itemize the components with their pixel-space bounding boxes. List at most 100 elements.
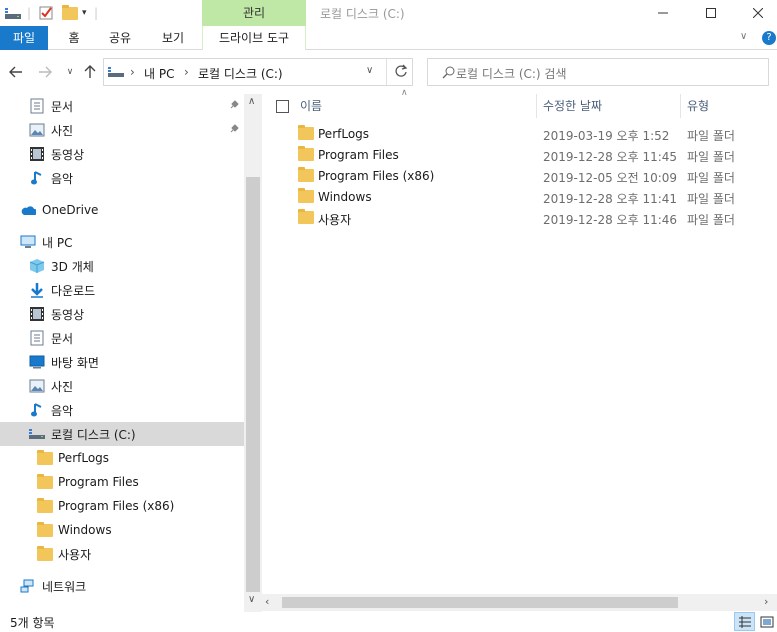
documents-icon [29, 330, 45, 346]
file-modified: 2019-12-28 오후 11:45 [543, 150, 678, 164]
breadcrumb-this-pc[interactable]: 내 PC [144, 65, 174, 82]
nav-quick-pictures[interactable]: 사진 [0, 118, 244, 142]
forward-arrow-icon [39, 66, 52, 78]
music-icon [29, 402, 45, 418]
scroll-down-icon[interactable]: ∨ [248, 594, 255, 605]
computer-icon [20, 234, 36, 250]
nav-documents[interactable]: 문서 [0, 326, 244, 350]
file-modified: 2019-12-28 오후 11:46 [543, 213, 678, 227]
search-placeholder: 로컬 디스크 (C:) 검색 [456, 67, 567, 81]
file-modified: 2019-03-19 오후 1:52 [543, 129, 670, 143]
nav-folder-program-files-x86[interactable]: Program Files (x86) [0, 494, 244, 518]
file-type: 파일 폴더 [687, 171, 735, 185]
tab-drive-tools[interactable]: 드라이브 도구 [202, 26, 306, 50]
nav-downloads[interactable]: 다운로드 [0, 278, 244, 302]
nav-this-pc[interactable]: 내 PC [0, 230, 244, 254]
pin-icon[interactable] [229, 123, 239, 137]
tab-share[interactable]: 공유 [102, 26, 138, 50]
folder-icon [298, 146, 314, 163]
help-icon[interactable]: ? [762, 31, 776, 45]
expand-ribbon-icon[interactable]: ∨ [740, 31, 747, 42]
file-row-users[interactable]: 사용자 2019-12-28 오후 11:46 파일 폴더 [290, 208, 770, 229]
network-icon [20, 578, 36, 594]
column-header-modified[interactable]: 수정한 날짜 [543, 94, 602, 118]
file-type: 파일 폴더 [687, 213, 735, 227]
breadcrumb-local-disk[interactable]: 로컬 디스크 (C:) [198, 65, 283, 82]
file-row-perflogs[interactable]: PerfLogs 2019-03-19 오후 1:52 파일 폴더 [290, 124, 770, 145]
maximize-button[interactable] [688, 0, 734, 26]
forward-button[interactable] [35, 63, 55, 81]
address-dropdown-icon[interactable]: ∨ [366, 65, 373, 76]
nav-label: 사진 [51, 123, 74, 138]
nav-pictures[interactable]: 사진 [0, 374, 244, 398]
recent-locations-button[interactable]: ∨ [60, 63, 80, 81]
maximize-icon [706, 8, 716, 18]
nav-label: 다운로드 [51, 283, 96, 298]
nav-folder-windows[interactable]: Windows [0, 518, 244, 542]
search-box[interactable]: 로컬 디스크 (C:) 검색 [427, 58, 769, 86]
column-header-type[interactable]: 유형 [687, 94, 709, 118]
nav-label: 문서 [51, 331, 74, 346]
nav-quick-music[interactable]: 음악 [0, 166, 244, 190]
new-folder-icon[interactable] [62, 4, 78, 22]
folder-icon [298, 125, 314, 142]
nav-folder-users[interactable]: 사용자 [0, 542, 244, 566]
up-arrow-icon [84, 65, 96, 78]
nav-3d-objects[interactable]: 3D 개체 [0, 254, 244, 278]
nav-label: 네트워크 [42, 579, 87, 594]
nav-desktop[interactable]: 바탕 화면 [0, 350, 244, 374]
nav-label: Program Files (x86) [58, 499, 175, 513]
file-name: 사용자 [318, 213, 352, 227]
tab-view[interactable]: 보기 [155, 26, 191, 50]
properties-icon[interactable] [38, 4, 54, 22]
nav-label: PerfLogs [58, 451, 110, 465]
status-bar: 5개 항목 [0, 612, 777, 632]
breadcrumb-separator-icon: › [130, 65, 135, 79]
nav-label: 3D 개체 [51, 259, 94, 274]
nav-network[interactable]: 네트워크 [0, 574, 244, 598]
scroll-up-icon[interactable]: ∧ [248, 96, 255, 107]
nav-label: OneDrive [42, 203, 99, 217]
file-row-program-files-x86[interactable]: Program Files (x86) 2019-12-05 오전 10:09 … [290, 166, 770, 187]
nav-quick-documents[interactable]: 문서 [0, 94, 244, 118]
up-button[interactable] [80, 63, 100, 81]
nav-local-disk[interactable]: 로컬 디스크 (C:) [0, 422, 244, 446]
address-bar[interactable]: › 내 PC › 로컬 디스크 (C:) ∨ [103, 58, 413, 86]
back-arrow-icon [9, 66, 22, 78]
close-button[interactable] [735, 0, 777, 26]
scroll-right-icon[interactable]: › [764, 595, 768, 608]
large-icons-view-button[interactable] [757, 612, 777, 631]
nav-label: 사진 [51, 379, 74, 394]
nav-music[interactable]: 음악 [0, 398, 244, 422]
nav-folder-program-files[interactable]: Program Files [0, 470, 244, 494]
nav-quick-videos[interactable]: 동영상 [0, 142, 244, 166]
item-count: 5개 항목 [10, 616, 55, 630]
nav-label: 문서 [51, 99, 74, 114]
refresh-icon[interactable] [394, 64, 408, 81]
minimize-button[interactable] [640, 0, 686, 26]
file-row-program-files[interactable]: Program Files 2019-12-28 오후 11:45 파일 폴더 [290, 145, 770, 166]
back-button[interactable] [6, 63, 26, 81]
nav-folder-perflogs[interactable]: PerfLogs [0, 446, 244, 470]
content-scroll-thumb[interactable] [282, 597, 678, 608]
tab-home[interactable]: 홈 [56, 26, 92, 50]
pin-icon[interactable] [229, 99, 239, 113]
nav-scroll-thumb[interactable] [246, 177, 260, 592]
select-all-checkbox[interactable] [276, 100, 289, 113]
scroll-left-icon[interactable]: ‹ [265, 595, 269, 608]
videos-icon [29, 306, 45, 322]
videos-icon [29, 146, 45, 162]
column-header-name[interactable]: 이름 [300, 94, 322, 118]
customize-quick-access-icon[interactable]: ▾ [82, 4, 87, 22]
file-explorer-window: | ▾ | 관리 로컬 디스크 (C:) 파일 홈 공유 보기 드라이브 도구 … [0, 0, 777, 632]
context-tab-manage[interactable]: 관리 [202, 0, 306, 26]
folder-icon [37, 545, 53, 562]
tab-file[interactable]: 파일 [0, 26, 48, 50]
nav-label: 내 PC [42, 235, 73, 250]
details-view-button[interactable] [734, 612, 755, 631]
downloads-icon [29, 282, 45, 298]
nav-label: 음악 [51, 403, 74, 418]
file-row-windows[interactable]: Windows 2019-12-28 오후 11:41 파일 폴더 [290, 187, 770, 208]
nav-onedrive[interactable]: OneDrive [0, 198, 244, 222]
nav-videos[interactable]: 동영상 [0, 302, 244, 326]
